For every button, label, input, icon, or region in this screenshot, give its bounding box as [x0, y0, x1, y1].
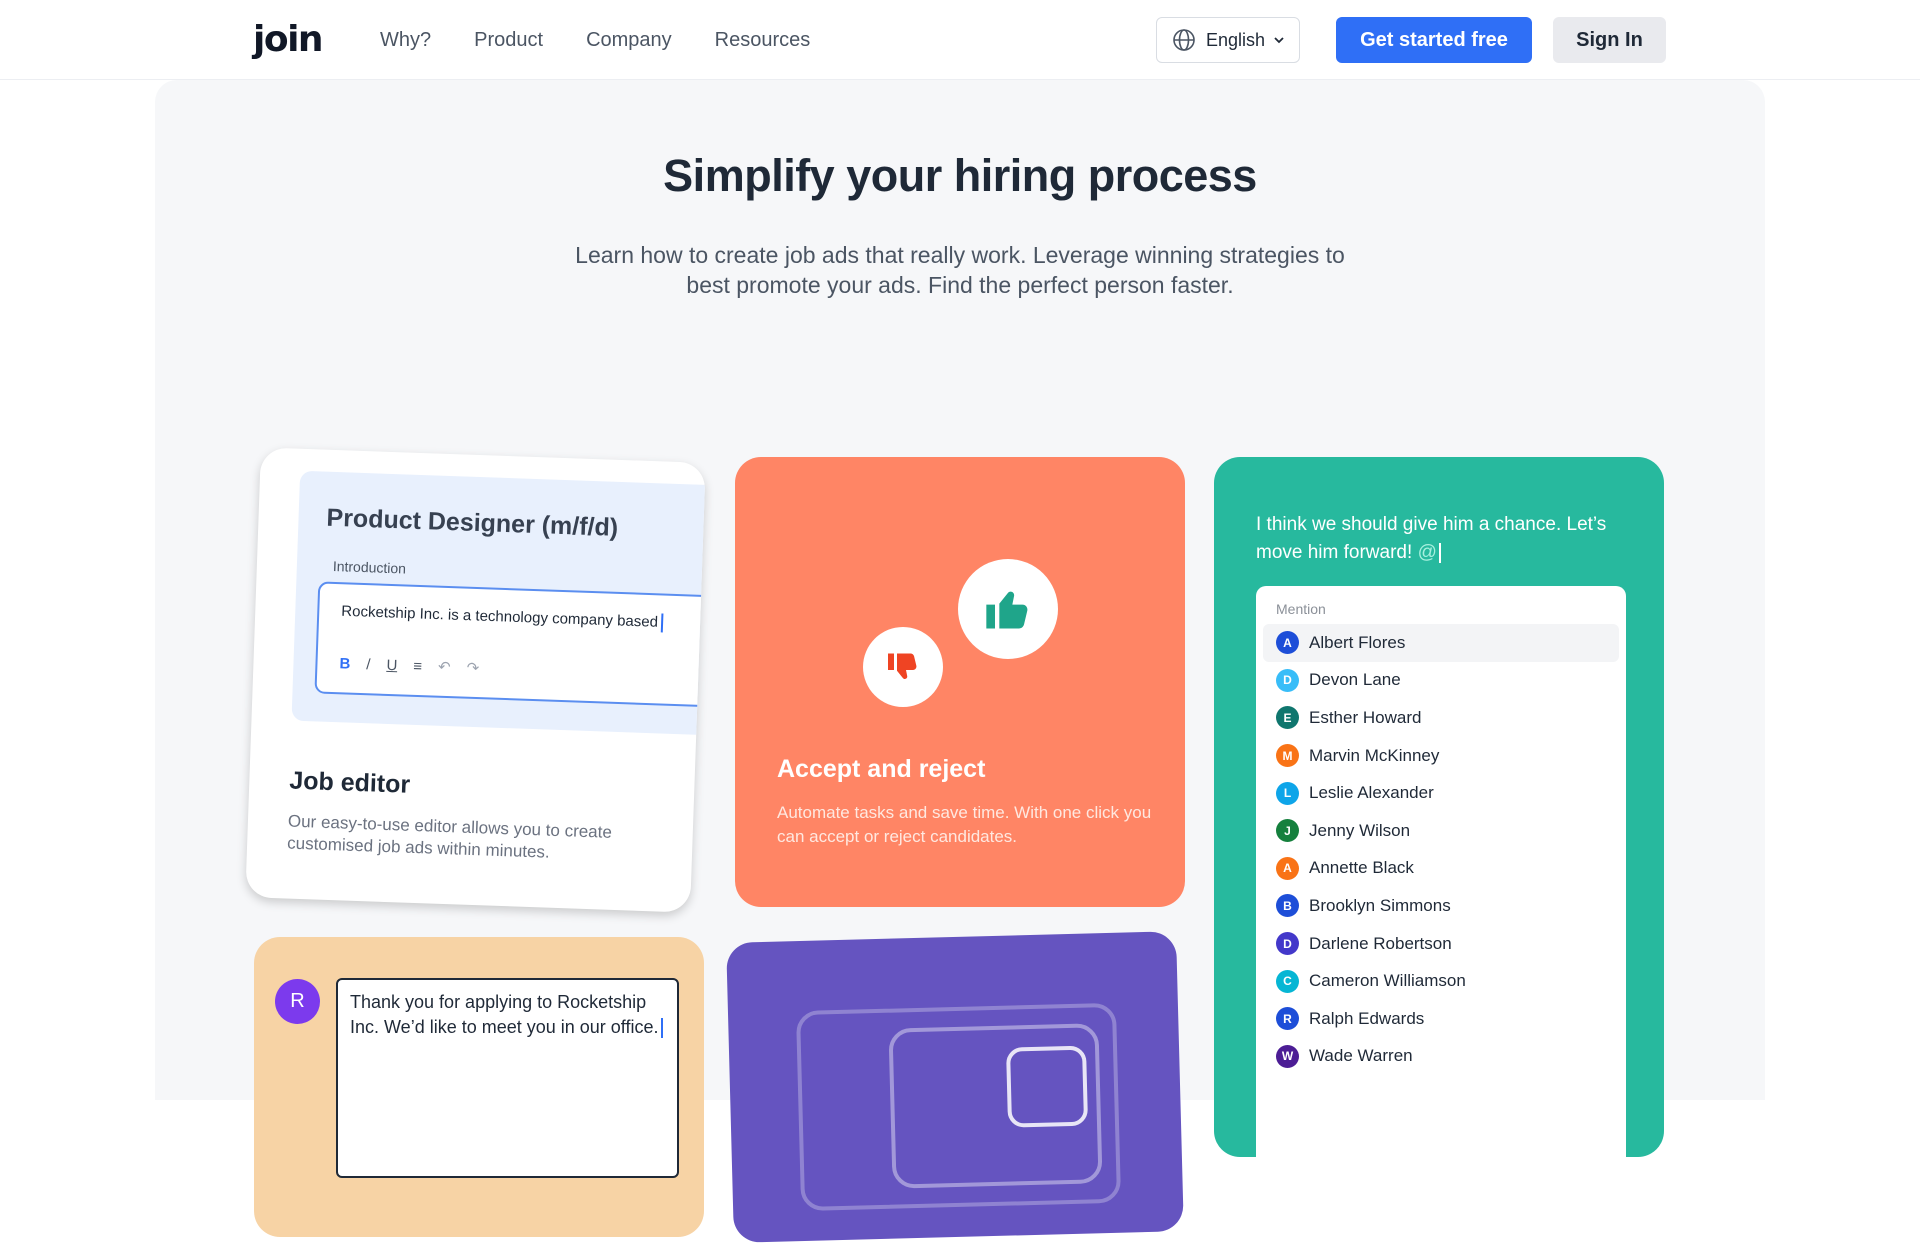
job-editor-title: Job editor [288, 766, 411, 799]
nav-link-why[interactable]: Why? [380, 29, 431, 52]
avatar: D [1276, 668, 1299, 692]
avatar: W [1276, 1044, 1299, 1068]
get-started-button[interactable]: Get started free [1336, 17, 1532, 63]
mention-item[interactable]: A Albert Flores [1263, 624, 1619, 662]
accept-reject-title: Accept and reject [777, 755, 986, 783]
italic-icon[interactable]: / [366, 656, 371, 673]
mention-name: Wade Warren [1309, 1046, 1413, 1066]
mention-name: Ralph Edwards [1309, 1008, 1425, 1028]
avatar: R [275, 979, 320, 1024]
mention-name: Albert Flores [1309, 632, 1406, 652]
nav-link-resources[interactable]: Resources [715, 29, 811, 52]
language-selector[interactable]: English [1156, 17, 1300, 63]
message-card[interactable]: R Thank you for applying to Rocketship I… [254, 937, 704, 1237]
thumbs-down-icon [888, 653, 917, 679]
language-label: English [1206, 29, 1266, 50]
avatar: E [1276, 706, 1299, 730]
nav-link-company[interactable]: Company [586, 29, 672, 52]
accept-bubble [958, 559, 1058, 659]
underline-icon[interactable]: U [386, 656, 397, 673]
avatar: A [1276, 631, 1299, 655]
mention-item[interactable]: B Brooklyn Simmons [1263, 887, 1619, 925]
chevron-down-icon [1274, 37, 1284, 44]
mention-item[interactable]: M Marvin McKinney [1263, 737, 1619, 775]
mention-name: Annette Black [1309, 858, 1414, 878]
thumbs-up-icon [986, 591, 1028, 629]
mention-item[interactable]: R Ralph Edwards [1263, 1000, 1619, 1038]
reject-bubble [863, 627, 943, 707]
avatar: R [1276, 1007, 1299, 1031]
mention-label: Mention [1276, 601, 1326, 617]
mention-message: I think we should give him a chance. Let… [1256, 514, 1607, 563]
text-caret [1438, 542, 1441, 563]
editor-preview: Product Designer (m/f/d) Introduction Ro… [291, 470, 706, 736]
job-editor-description: Our easy-to-use editor allows you to cre… [286, 811, 613, 862]
mention-name: Darlene Robertson [1309, 933, 1452, 953]
mention-item[interactable]: E Esther Howard [1263, 699, 1619, 737]
editor-textbox[interactable]: Rocketship Inc. is a technology company … [314, 581, 706, 708]
mention-item[interactable]: D Darlene Robertson [1263, 925, 1619, 963]
avatar: L [1276, 781, 1299, 805]
globe-icon [1173, 29, 1195, 51]
bold-icon[interactable]: B [339, 655, 350, 672]
mention-name: Marvin McKinney [1309, 745, 1440, 765]
accept-reject-card[interactable]: Accept and reject Automate tasks and sav… [735, 457, 1185, 907]
nav-link-product[interactable]: Product [474, 29, 543, 52]
mention-list: A Albert Flores D Devon Lane E Esther Howar… [1263, 624, 1619, 1075]
avatar: M [1276, 744, 1299, 768]
mention-dropdown: Mention A Albert Flores D Devon Lane E Esth… [1256, 586, 1626, 1157]
avatar: B [1276, 894, 1299, 918]
text-caret [660, 613, 664, 633]
mention-item[interactable]: W Wade Warren [1263, 1038, 1619, 1076]
mention-item[interactable]: J Jenny Wilson [1263, 812, 1619, 850]
mention-item[interactable]: C Cameron Williamson [1263, 962, 1619, 1000]
list-icon[interactable]: ≡ [413, 657, 422, 674]
job-title: Product Designer (m/f/d) [326, 503, 619, 542]
mention-name: Cameron Williamson [1309, 971, 1466, 991]
text-caret [660, 1018, 663, 1039]
frame-graphic [1005, 1045, 1089, 1128]
join-logo[interactable]: join [253, 20, 324, 60]
editor-toolbar: B / U ≡ ↶ ↷ [339, 654, 479, 677]
mention-item[interactable]: L Leslie Alexander [1263, 774, 1619, 812]
accept-reject-description: Automate tasks and save time. With one c… [777, 803, 1152, 846]
message-textbox[interactable]: Thank you for applying to Rocketship Inc… [336, 978, 679, 1178]
hero-subline: Learn how to create job ads that really … [575, 242, 1345, 298]
avatar: A [1276, 856, 1299, 880]
top-navigation: join Why? Product Company Resources Engl… [0, 0, 1920, 80]
mention-item[interactable]: D Devon Lane [1263, 662, 1619, 700]
sign-in-button[interactable]: Sign In [1553, 17, 1666, 63]
mention-name: Devon Lane [1309, 670, 1401, 690]
hero-headline: Simplify your hiring process [663, 150, 1257, 201]
job-editor-card[interactable]: Product Designer (m/f/d) Introduction Ro… [245, 447, 706, 913]
avatar: J [1276, 819, 1299, 843]
mention-item[interactable]: A Annette Black [1263, 850, 1619, 888]
avatar: D [1276, 932, 1299, 956]
mention-name: Esther Howard [1309, 707, 1422, 727]
avatar: C [1276, 969, 1299, 993]
mention-name: Brooklyn Simmons [1309, 895, 1451, 915]
redo-icon[interactable]: ↷ [466, 659, 479, 677]
mention-name: Jenny Wilson [1309, 820, 1411, 840]
undo-icon[interactable]: ↶ [438, 658, 451, 676]
mention-card[interactable]: I think we should give him a chance. Let… [1214, 457, 1664, 1157]
nav-links: Why? Product Company Resources [380, 0, 810, 80]
message-text: Thank you for applying to Rocketship Inc… [350, 990, 670, 1040]
editor-text: Rocketship Inc. is a technology company … [341, 602, 664, 633]
introduction-label: Introduction [332, 557, 407, 577]
mention-name: Leslie Alexander [1309, 783, 1434, 803]
automation-card[interactable] [726, 931, 1184, 1243]
